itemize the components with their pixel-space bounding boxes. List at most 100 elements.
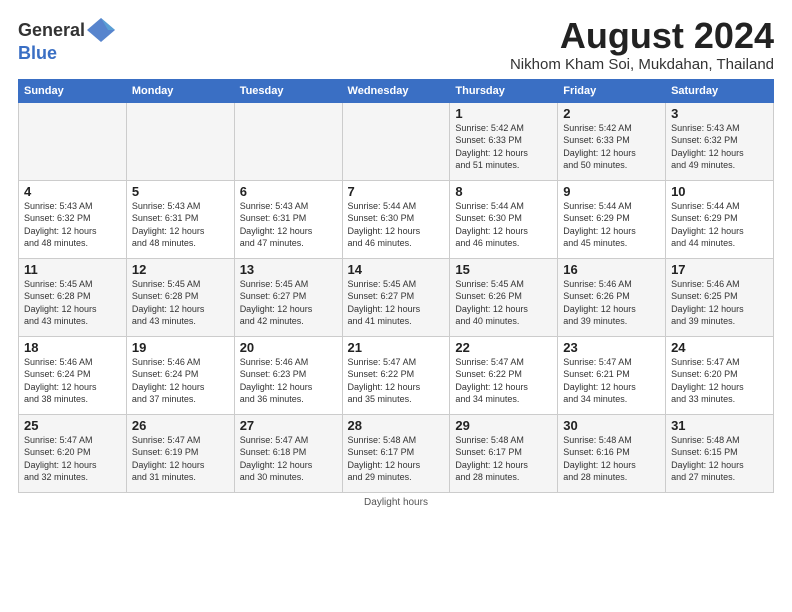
logo-icon [87,16,115,44]
calendar-cell: 25Sunrise: 5:47 AM Sunset: 6:20 PM Dayli… [19,414,127,492]
day-number: 1 [455,106,552,121]
calendar-cell: 22Sunrise: 5:47 AM Sunset: 6:22 PM Dayli… [450,336,558,414]
day-info: Sunrise: 5:47 AM Sunset: 6:20 PM Dayligh… [24,434,121,484]
day-info: Sunrise: 5:47 AM Sunset: 6:19 PM Dayligh… [132,434,229,484]
calendar-cell: 24Sunrise: 5:47 AM Sunset: 6:20 PM Dayli… [666,336,774,414]
day-number: 25 [24,418,121,433]
day-number: 20 [240,340,337,355]
day-info: Sunrise: 5:46 AM Sunset: 6:23 PM Dayligh… [240,356,337,406]
col-friday: Friday [558,79,666,102]
calendar-cell: 27Sunrise: 5:47 AM Sunset: 6:18 PM Dayli… [234,414,342,492]
day-number: 13 [240,262,337,277]
day-info: Sunrise: 5:46 AM Sunset: 6:26 PM Dayligh… [563,278,660,328]
calendar-cell: 29Sunrise: 5:48 AM Sunset: 6:17 PM Dayli… [450,414,558,492]
day-info: Sunrise: 5:42 AM Sunset: 6:33 PM Dayligh… [563,122,660,172]
col-tuesday: Tuesday [234,79,342,102]
day-number: 17 [671,262,768,277]
day-info: Sunrise: 5:44 AM Sunset: 6:30 PM Dayligh… [455,200,552,250]
day-info: Sunrise: 5:43 AM Sunset: 6:31 PM Dayligh… [240,200,337,250]
day-info: Sunrise: 5:45 AM Sunset: 6:26 PM Dayligh… [455,278,552,328]
day-info: Sunrise: 5:42 AM Sunset: 6:33 PM Dayligh… [455,122,552,172]
calendar-cell [342,102,450,180]
calendar-cell: 16Sunrise: 5:46 AM Sunset: 6:26 PM Dayli… [558,258,666,336]
header-row: Sunday Monday Tuesday Wednesday Thursday… [19,79,774,102]
calendar-cell: 11Sunrise: 5:45 AM Sunset: 6:28 PM Dayli… [19,258,127,336]
day-info: Sunrise: 5:47 AM Sunset: 6:22 PM Dayligh… [455,356,552,406]
day-number: 14 [348,262,445,277]
calendar-cell: 3Sunrise: 5:43 AM Sunset: 6:32 PM Daylig… [666,102,774,180]
day-info: Sunrise: 5:46 AM Sunset: 6:24 PM Dayligh… [24,356,121,406]
title-location: Nikhom Kham Soi, Mukdahan, Thailand [135,56,774,73]
calendar-week-3: 11Sunrise: 5:45 AM Sunset: 6:28 PM Dayli… [19,258,774,336]
calendar-week-2: 4Sunrise: 5:43 AM Sunset: 6:32 PM Daylig… [19,180,774,258]
calendar-cell [126,102,234,180]
day-info: Sunrise: 5:45 AM Sunset: 6:27 PM Dayligh… [348,278,445,328]
day-number: 12 [132,262,229,277]
day-number: 22 [455,340,552,355]
calendar-cell: 6Sunrise: 5:43 AM Sunset: 6:31 PM Daylig… [234,180,342,258]
day-info: Sunrise: 5:44 AM Sunset: 6:29 PM Dayligh… [671,200,768,250]
col-sunday: Sunday [19,79,127,102]
day-number: 7 [348,184,445,199]
day-info: Sunrise: 5:43 AM Sunset: 6:31 PM Dayligh… [132,200,229,250]
day-number: 31 [671,418,768,433]
col-monday: Monday [126,79,234,102]
day-number: 27 [240,418,337,433]
day-number: 28 [348,418,445,433]
calendar-cell: 30Sunrise: 5:48 AM Sunset: 6:16 PM Dayli… [558,414,666,492]
col-saturday: Saturday [666,79,774,102]
col-wednesday: Wednesday [342,79,450,102]
day-number: 3 [671,106,768,121]
day-number: 11 [24,262,121,277]
day-number: 15 [455,262,552,277]
calendar-cell: 4Sunrise: 5:43 AM Sunset: 6:32 PM Daylig… [19,180,127,258]
calendar-cell: 19Sunrise: 5:46 AM Sunset: 6:24 PM Dayli… [126,336,234,414]
page: General Blue August 2024 Nikhom Kham Soi… [0,0,792,518]
day-number: 4 [24,184,121,199]
day-info: Sunrise: 5:46 AM Sunset: 6:24 PM Dayligh… [132,356,229,406]
day-info: Sunrise: 5:48 AM Sunset: 6:17 PM Dayligh… [348,434,445,484]
col-thursday: Thursday [450,79,558,102]
calendar-cell: 20Sunrise: 5:46 AM Sunset: 6:23 PM Dayli… [234,336,342,414]
calendar-cell [19,102,127,180]
day-info: Sunrise: 5:48 AM Sunset: 6:16 PM Dayligh… [563,434,660,484]
calendar-cell: 28Sunrise: 5:48 AM Sunset: 6:17 PM Dayli… [342,414,450,492]
calendar-cell: 8Sunrise: 5:44 AM Sunset: 6:30 PM Daylig… [450,180,558,258]
day-number: 9 [563,184,660,199]
calendar-week-1: 1Sunrise: 5:42 AM Sunset: 6:33 PM Daylig… [19,102,774,180]
day-info: Sunrise: 5:43 AM Sunset: 6:32 PM Dayligh… [24,200,121,250]
day-info: Sunrise: 5:47 AM Sunset: 6:21 PM Dayligh… [563,356,660,406]
day-number: 21 [348,340,445,355]
calendar-cell: 13Sunrise: 5:45 AM Sunset: 6:27 PM Dayli… [234,258,342,336]
calendar-cell: 15Sunrise: 5:45 AM Sunset: 6:26 PM Dayli… [450,258,558,336]
calendar-cell [234,102,342,180]
day-number: 26 [132,418,229,433]
calendar-cell: 10Sunrise: 5:44 AM Sunset: 6:29 PM Dayli… [666,180,774,258]
calendar-cell: 1Sunrise: 5:42 AM Sunset: 6:33 PM Daylig… [450,102,558,180]
logo-general: General [18,21,85,39]
day-number: 18 [24,340,121,355]
calendar-cell: 23Sunrise: 5:47 AM Sunset: 6:21 PM Dayli… [558,336,666,414]
calendar-cell: 17Sunrise: 5:46 AM Sunset: 6:25 PM Dayli… [666,258,774,336]
day-number: 16 [563,262,660,277]
day-info: Sunrise: 5:48 AM Sunset: 6:17 PM Dayligh… [455,434,552,484]
calendar-cell: 26Sunrise: 5:47 AM Sunset: 6:19 PM Dayli… [126,414,234,492]
logo: General Blue [18,16,115,62]
calendar-cell: 5Sunrise: 5:43 AM Sunset: 6:31 PM Daylig… [126,180,234,258]
calendar-cell: 9Sunrise: 5:44 AM Sunset: 6:29 PM Daylig… [558,180,666,258]
calendar-cell: 14Sunrise: 5:45 AM Sunset: 6:27 PM Dayli… [342,258,450,336]
day-info: Sunrise: 5:48 AM Sunset: 6:15 PM Dayligh… [671,434,768,484]
calendar-week-4: 18Sunrise: 5:46 AM Sunset: 6:24 PM Dayli… [19,336,774,414]
header: General Blue August 2024 Nikhom Kham Soi… [18,16,774,73]
day-number: 2 [563,106,660,121]
day-info: Sunrise: 5:43 AM Sunset: 6:32 PM Dayligh… [671,122,768,172]
calendar-cell: 31Sunrise: 5:48 AM Sunset: 6:15 PM Dayli… [666,414,774,492]
day-number: 30 [563,418,660,433]
day-info: Sunrise: 5:45 AM Sunset: 6:27 PM Dayligh… [240,278,337,328]
calendar-cell: 18Sunrise: 5:46 AM Sunset: 6:24 PM Dayli… [19,336,127,414]
day-info: Sunrise: 5:44 AM Sunset: 6:30 PM Dayligh… [348,200,445,250]
day-number: 5 [132,184,229,199]
title-block: August 2024 Nikhom Kham Soi, Mukdahan, T… [115,16,774,73]
day-number: 23 [563,340,660,355]
day-number: 6 [240,184,337,199]
